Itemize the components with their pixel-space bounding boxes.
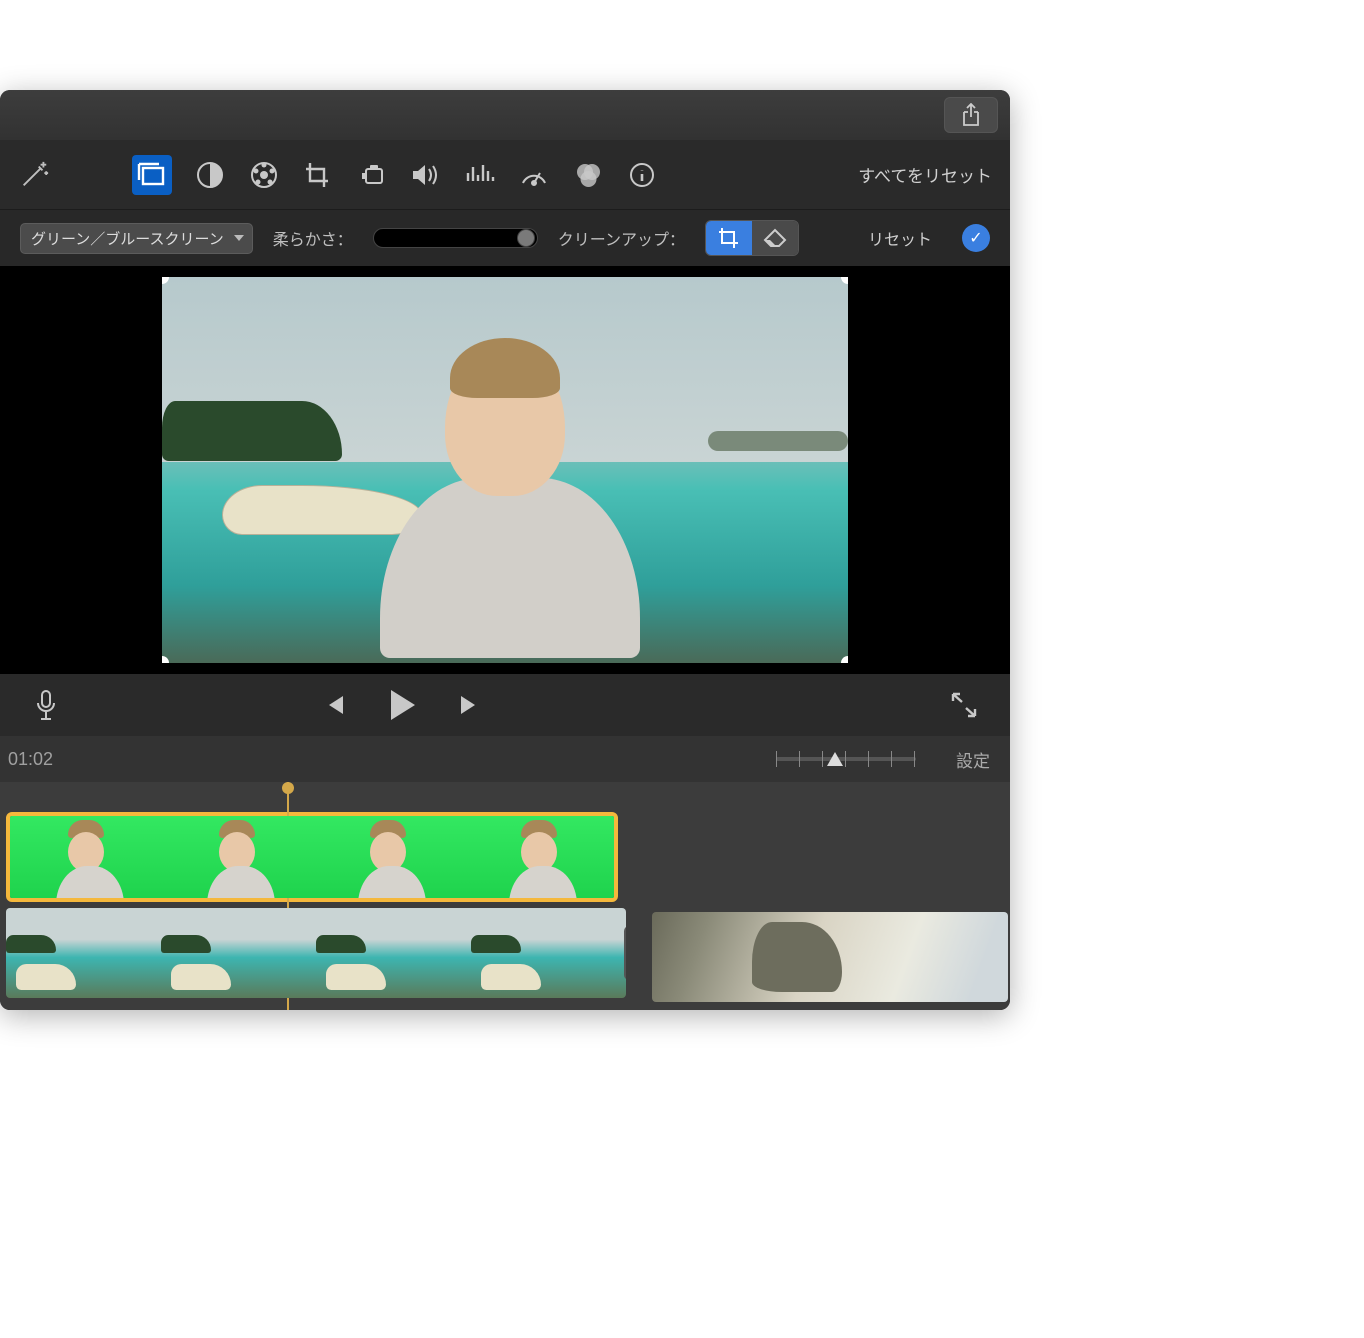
zoom-slider[interactable]	[776, 757, 916, 761]
background-clip-1[interactable]	[6, 908, 626, 998]
next-icon	[457, 692, 483, 718]
color-correction-icon	[249, 160, 279, 190]
transport-bar	[0, 674, 1010, 736]
crop-handle-bl[interactable]	[162, 656, 169, 663]
cleanup-segment	[705, 220, 799, 256]
timecode: 01:02	[8, 749, 53, 770]
check-icon: ✓	[969, 228, 982, 248]
overlay-button[interactable]	[132, 155, 172, 195]
color-balance-icon	[196, 161, 224, 189]
color-balance-button[interactable]	[194, 159, 226, 191]
wand-icon	[18, 158, 50, 192]
cleanup-crop-button[interactable]	[706, 221, 752, 255]
video-frame[interactable]	[162, 277, 848, 663]
fullscreen-icon	[950, 692, 978, 718]
video-viewer	[0, 266, 1010, 674]
play-icon	[387, 688, 417, 722]
softness-slider[interactable]	[373, 228, 538, 248]
voiceover-button[interactable]	[30, 689, 62, 721]
cleanup-label: クリーンアップ：	[558, 226, 685, 250]
softness-label: 柔らかさ：	[273, 226, 353, 250]
crop-tool-icon	[718, 227, 740, 249]
timeline-header: 01:02 設定	[0, 736, 1010, 782]
stabilization-button[interactable]	[356, 159, 388, 191]
play-button[interactable]	[386, 689, 418, 721]
stabilization-icon	[358, 161, 386, 189]
reset-button[interactable]: リセット	[868, 226, 932, 250]
prev-icon	[321, 692, 347, 718]
eraser-icon	[763, 228, 787, 248]
crop-handle-br[interactable]	[841, 656, 848, 663]
cleanup-eraser-button[interactable]	[752, 221, 798, 255]
next-button[interactable]	[454, 689, 486, 721]
speed-icon	[519, 161, 549, 189]
color-correction-button[interactable]	[248, 159, 280, 191]
prev-button[interactable]	[318, 689, 350, 721]
mic-icon	[34, 689, 58, 721]
share-icon	[961, 103, 981, 127]
noise-reduction-button[interactable]	[464, 159, 496, 191]
enhance-button[interactable]	[18, 159, 50, 191]
volume-icon	[411, 161, 441, 189]
app-window: すべてをリセット グリーン／ブルースクリーン 柔らかさ： クリーンアップ： リセ…	[0, 90, 1010, 1010]
settings-button[interactable]: 設定	[956, 747, 990, 772]
volume-button[interactable]	[410, 159, 442, 191]
noise-reduction-icon	[465, 161, 495, 189]
clip-filter-button[interactable]	[572, 159, 604, 191]
timeline[interactable]	[0, 782, 1010, 1010]
overlay-options-bar: グリーン／ブルースクリーン 柔らかさ： クリーンアップ： リセット ✓	[0, 210, 1010, 266]
reset-all-button[interactable]: すべてをリセット	[858, 162, 992, 187]
info-button[interactable]	[626, 159, 658, 191]
zoom-slider-thumb[interactable]	[827, 752, 843, 766]
fullscreen-button[interactable]	[948, 689, 980, 721]
overlay-clip[interactable]	[6, 812, 618, 902]
titlebar	[0, 90, 1010, 140]
overlay-mode-dropdown[interactable]: グリーン／ブルースクリーン	[20, 223, 253, 254]
inspector-toolbar: すべてをリセット	[0, 140, 1010, 210]
background-clip-2[interactable]	[652, 912, 1008, 1002]
speed-button[interactable]	[518, 159, 550, 191]
apply-check-button[interactable]: ✓	[962, 224, 990, 252]
softness-slider-thumb[interactable]	[517, 229, 535, 247]
info-icon	[629, 162, 655, 188]
share-button[interactable]	[944, 97, 998, 133]
crop-button[interactable]	[302, 159, 334, 191]
clip-edge-handle[interactable]	[624, 926, 626, 980]
crop-icon	[304, 161, 332, 189]
clip-filter-icon	[573, 161, 603, 189]
overlay-icon	[137, 160, 167, 190]
